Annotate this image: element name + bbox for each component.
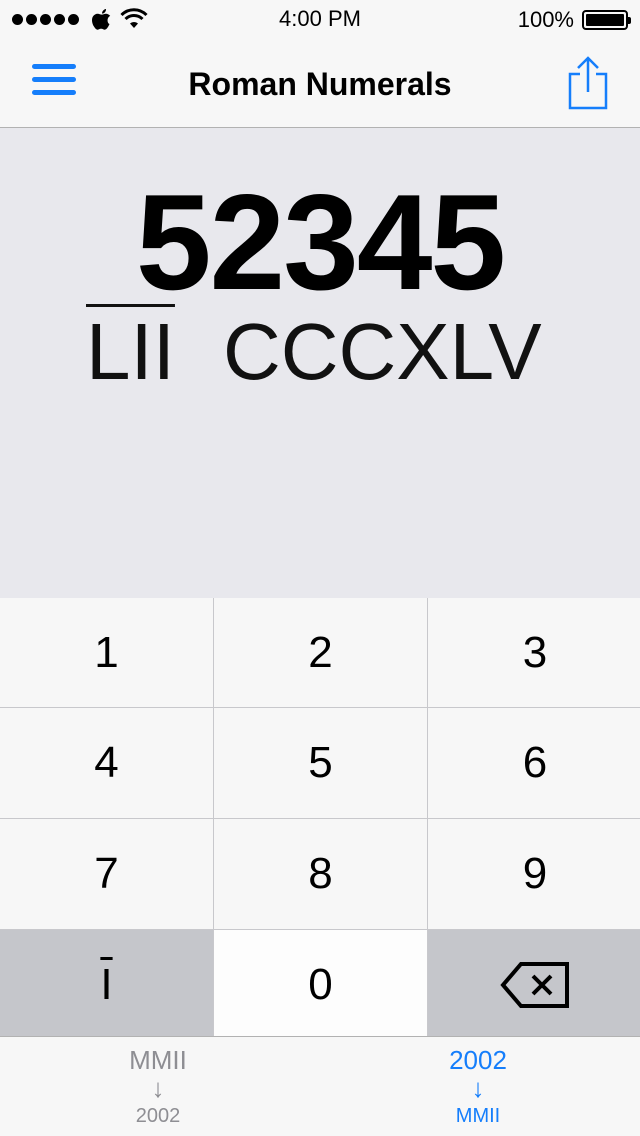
roman-regular-part: CCCXLV bbox=[222, 307, 542, 396]
key-1[interactable]: 1 bbox=[0, 598, 213, 707]
key-0[interactable]: 0 bbox=[214, 930, 427, 1039]
key-4[interactable]: 4 bbox=[0, 708, 213, 818]
key-6[interactable]: 6 bbox=[428, 708, 640, 818]
page-title: Roman Numerals bbox=[188, 66, 452, 102]
tab-bottom-label: 2002 bbox=[135, 1105, 181, 1127]
tab-top-label: MMII bbox=[129, 1045, 187, 1075]
navigation-bar: Roman Numerals bbox=[0, 40, 640, 128]
roman-overlined-part: LII bbox=[86, 307, 175, 396]
tab-top-label: 2002 bbox=[449, 1045, 507, 1075]
key-9[interactable]: 9 bbox=[428, 819, 640, 929]
arrow-down-icon: ↓ bbox=[471, 1073, 485, 1103]
status-bar: 4:00 PM 100% bbox=[0, 0, 640, 40]
backspace-icon bbox=[500, 961, 569, 1008]
battery-percentage: 100% bbox=[517, 7, 574, 32]
arrow-down-icon: ↓ bbox=[151, 1073, 165, 1103]
tab-bottom-label: MMII bbox=[455, 1105, 501, 1127]
key-8[interactable]: 8 bbox=[214, 819, 427, 929]
key-3[interactable]: 3 bbox=[428, 598, 640, 707]
tab-bar: MMII ↓ 2002 2002 ↓ MMII bbox=[0, 1036, 640, 1136]
result-display: 52345 LII CCCXLV bbox=[0, 128, 640, 598]
keypad: 1 2 3 4 5 6 7 8 9 I 0 bbox=[0, 598, 640, 1039]
roman-numeral-output: LII CCCXLV bbox=[86, 302, 542, 392]
key-5[interactable]: 5 bbox=[214, 708, 427, 818]
share-icon[interactable] bbox=[566, 54, 610, 110]
battery-icon bbox=[582, 10, 631, 30]
thousand-multiplier-key[interactable]: I bbox=[0, 930, 213, 1039]
arabic-number: 52345 bbox=[135, 166, 506, 318]
key-2[interactable]: 2 bbox=[214, 598, 427, 707]
tab-arabic-to-roman[interactable]: 2002 ↓ MMII bbox=[418, 1045, 538, 1131]
tab-roman-to-arabic[interactable]: MMII ↓ 2002 bbox=[98, 1045, 218, 1131]
key-7[interactable]: 7 bbox=[0, 819, 213, 929]
backspace-button[interactable] bbox=[428, 930, 640, 1039]
overline-i-label: I bbox=[100, 959, 113, 1009]
